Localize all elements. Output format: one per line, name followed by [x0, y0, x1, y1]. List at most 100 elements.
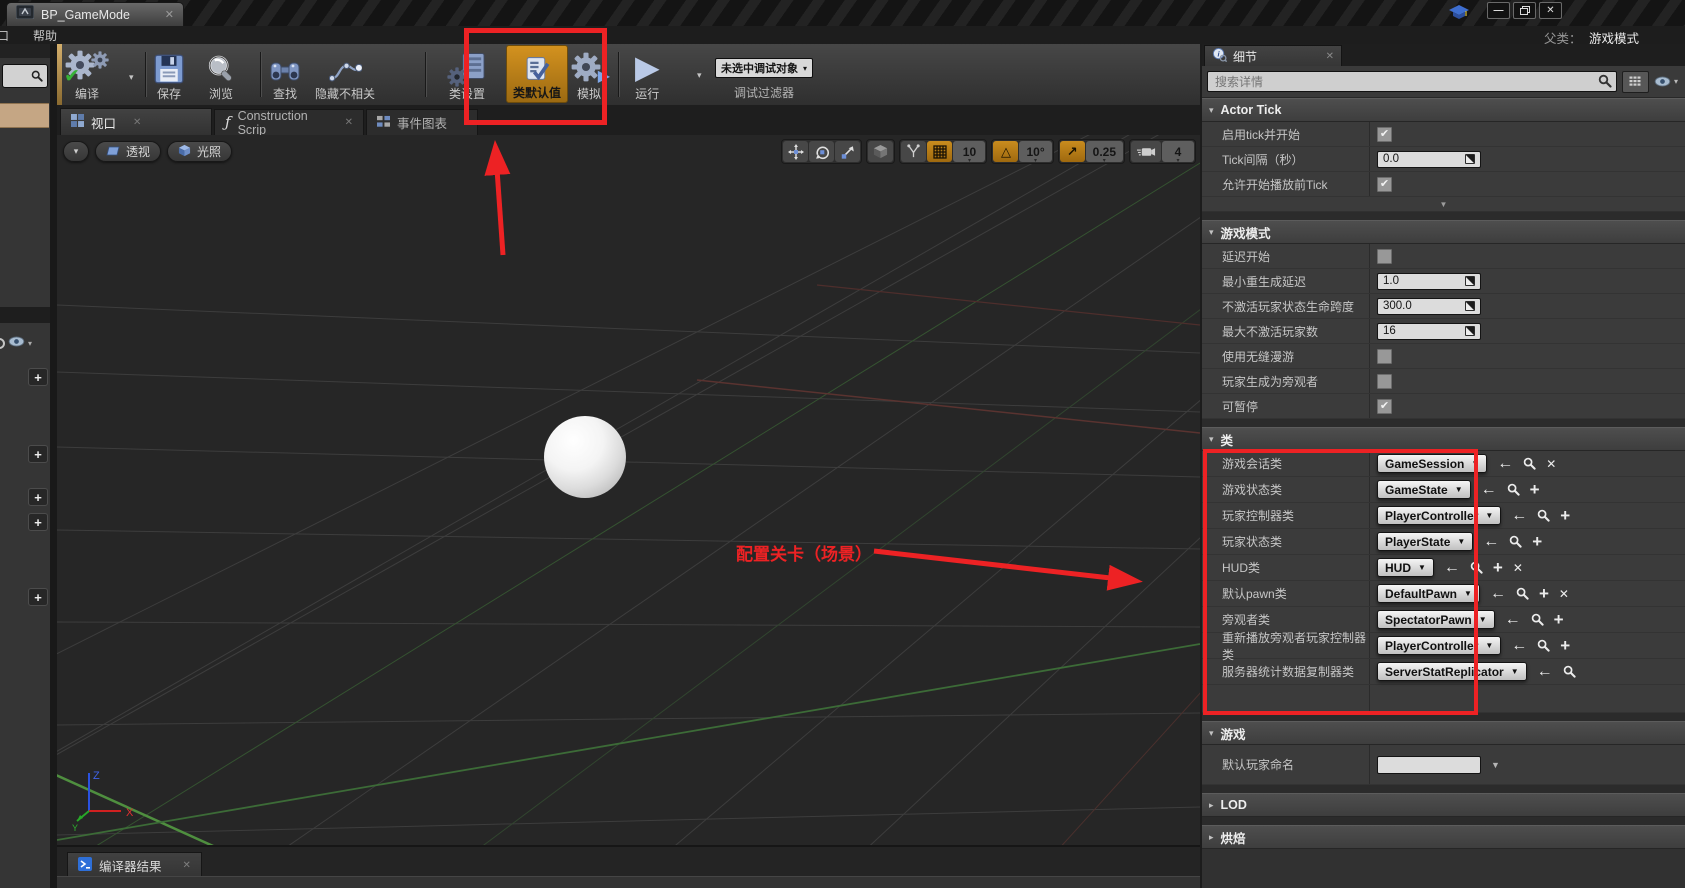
- debug-object-dropdown[interactable]: 未选中调试对象 ▾: [715, 58, 813, 78]
- sphere-mesh[interactable]: [544, 416, 626, 498]
- property-matrix-icon[interactable]: [1622, 71, 1649, 93]
- tab-close-icon[interactable]: ✕: [165, 8, 174, 21]
- move-tool-icon[interactable]: [783, 141, 808, 162]
- tab-event-graph[interactable]: 事件图表: [366, 109, 478, 135]
- rotation-snap-value[interactable]: 10°▾: [1019, 141, 1051, 162]
- arrow-left-icon[interactable]: ←: [1497, 456, 1513, 472]
- clear-icon[interactable]: ✕: [1546, 458, 1556, 470]
- tab-details[interactable]: i 细节 ✕: [1204, 45, 1342, 66]
- checkbox-checked[interactable]: ✔: [1377, 177, 1392, 192]
- tab-close-icon[interactable]: ✕: [133, 117, 141, 128]
- add-item-button[interactable]: +: [28, 445, 48, 463]
- magnifier-icon[interactable]: [1537, 509, 1550, 522]
- add-item-button[interactable]: +: [28, 513, 48, 531]
- plus-icon[interactable]: +: [1560, 507, 1570, 524]
- arrow-left-icon[interactable]: ←: [1483, 534, 1499, 550]
- details-section-header-1[interactable]: ▾游戏模式: [1202, 220, 1685, 244]
- tab-close-icon[interactable]: ✕: [345, 117, 353, 128]
- plus-icon[interactable]: +: [1539, 585, 1549, 602]
- lit-mode-button[interactable]: 光照: [167, 141, 232, 162]
- view-options-button[interactable]: ▾: [1654, 76, 1680, 87]
- add-item-button[interactable]: +: [28, 488, 48, 506]
- find-button[interactable]: 查找: [269, 49, 301, 102]
- plus-icon[interactable]: +: [1493, 559, 1503, 576]
- magnifier-icon[interactable]: [1509, 535, 1522, 548]
- scale-snap-toggle-icon[interactable]: ↗: [1060, 141, 1085, 162]
- plus-icon[interactable]: +: [1532, 533, 1542, 550]
- rotate-tool-icon[interactable]: [809, 141, 834, 162]
- checkbox-unchecked[interactable]: [1377, 349, 1392, 364]
- number-field[interactable]: 1.0: [1377, 273, 1481, 290]
- class-dropdown[interactable]: PlayerController▼: [1377, 636, 1501, 655]
- viewport-options-caret[interactable]: ▾: [63, 141, 89, 162]
- maximize-button[interactable]: [1513, 2, 1536, 19]
- magnifier-icon[interactable]: [1531, 613, 1544, 626]
- play-options-caret-icon[interactable]: ▾: [697, 70, 702, 81]
- details-section-header-3[interactable]: ▾游戏: [1202, 721, 1685, 745]
- clear-icon[interactable]: ✕: [1559, 588, 1569, 600]
- reset-to-default-icon[interactable]: [1465, 326, 1475, 336]
- coordinate-space-cube-icon[interactable]: [868, 141, 893, 162]
- class-defaults-button[interactable]: 类默认值: [506, 45, 568, 103]
- number-field[interactable]: 16: [1377, 323, 1481, 340]
- class-dropdown[interactable]: GameSession▼: [1377, 454, 1487, 473]
- close-button[interactable]: ✕: [1539, 2, 1562, 19]
- play-button[interactable]: ▶ 运行: [635, 49, 660, 102]
- number-field[interactable]: 300.0: [1377, 298, 1481, 315]
- camera-speed-icon[interactable]: [1131, 141, 1161, 162]
- tab-viewport[interactable]: 视口 ✕: [60, 108, 212, 135]
- reset-to-default-icon[interactable]: [1465, 301, 1475, 311]
- hide-unrelated-button[interactable]: 隐藏不相关: [315, 49, 375, 102]
- save-button[interactable]: 保存: [154, 49, 184, 102]
- simulate-button[interactable]: ▶ 模拟: [571, 49, 607, 102]
- minimize-button[interactable]: —: [1487, 2, 1510, 19]
- browse-button[interactable]: 浏览: [206, 49, 236, 102]
- reset-to-default-icon[interactable]: [1465, 276, 1475, 286]
- tutorial-cap-icon[interactable]: [1449, 5, 1469, 24]
- caret-down-icon[interactable]: ▼: [1491, 760, 1500, 770]
- text-field[interactable]: [1377, 756, 1481, 774]
- details-section-header-2[interactable]: ▾类: [1202, 427, 1685, 451]
- tab-close-icon[interactable]: ✕: [183, 860, 191, 871]
- magnifier-icon[interactable]: [1507, 483, 1520, 496]
- arrow-left-icon[interactable]: ←: [1505, 612, 1521, 628]
- details-section-header-4[interactable]: ▸LOD: [1202, 793, 1685, 817]
- class-settings-button[interactable]: 类设置: [449, 49, 485, 102]
- eye-filter-icon[interactable]: [8, 334, 25, 352]
- class-dropdown[interactable]: ServerStatReplicator▼: [1377, 662, 1527, 681]
- grid-snap-value[interactable]: 10▾: [953, 141, 985, 162]
- reset-to-default-icon[interactable]: [1465, 154, 1475, 164]
- menu-window[interactable]: 窗口: [0, 27, 9, 44]
- checkbox-checked[interactable]: ✔: [1377, 399, 1392, 414]
- tab-compiler-results[interactable]: 编译器结果 ✕: [67, 852, 202, 878]
- compile-button[interactable]: ✔ 编译: [65, 49, 109, 102]
- details-section-header-0[interactable]: ▾Actor Tick: [1202, 98, 1685, 122]
- menu-help[interactable]: 帮助: [33, 27, 57, 44]
- selected-list-item[interactable]: [0, 103, 49, 128]
- class-dropdown[interactable]: SpectatorPawn▼: [1377, 610, 1495, 629]
- class-dropdown[interactable]: PlayerController▼: [1377, 506, 1501, 525]
- class-dropdown[interactable]: GameState▼: [1377, 480, 1471, 499]
- magnifier-icon[interactable]: [1523, 457, 1536, 470]
- magnifier-icon[interactable]: [1470, 561, 1483, 574]
- checkbox-unchecked[interactable]: [1377, 374, 1392, 389]
- scale-snap-value[interactable]: 0.25▾: [1086, 141, 1123, 162]
- camera-speed-value[interactable]: 4▾: [1162, 141, 1194, 162]
- arrow-left-icon[interactable]: ←: [1511, 508, 1527, 524]
- magnifier-icon[interactable]: [1563, 665, 1576, 678]
- details-section-header-5[interactable]: ▸烘焙: [1202, 825, 1685, 849]
- checkbox-unchecked[interactable]: [1377, 249, 1392, 264]
- scale-tool-icon[interactable]: [835, 141, 860, 162]
- class-dropdown[interactable]: PlayerState▼: [1377, 532, 1473, 551]
- plus-icon[interactable]: +: [1560, 637, 1570, 654]
- magnifier-icon[interactable]: [1537, 639, 1550, 652]
- add-item-button[interactable]: +: [28, 588, 48, 606]
- caret-down-icon[interactable]: ▾: [28, 339, 32, 348]
- 3d-viewport[interactable]: ▾ 透视 光照 10▾ △ 10°▾ ↗ 0.25▾: [57, 135, 1200, 845]
- arrow-left-icon[interactable]: ←: [1511, 638, 1527, 654]
- arrow-left-icon[interactable]: ←: [1444, 560, 1460, 576]
- clear-icon[interactable]: ✕: [1513, 562, 1523, 574]
- add-item-button[interactable]: +: [28, 368, 48, 386]
- tab-close-icon[interactable]: ✕: [1326, 51, 1334, 62]
- class-dropdown[interactable]: DefaultPawn▼: [1377, 584, 1480, 603]
